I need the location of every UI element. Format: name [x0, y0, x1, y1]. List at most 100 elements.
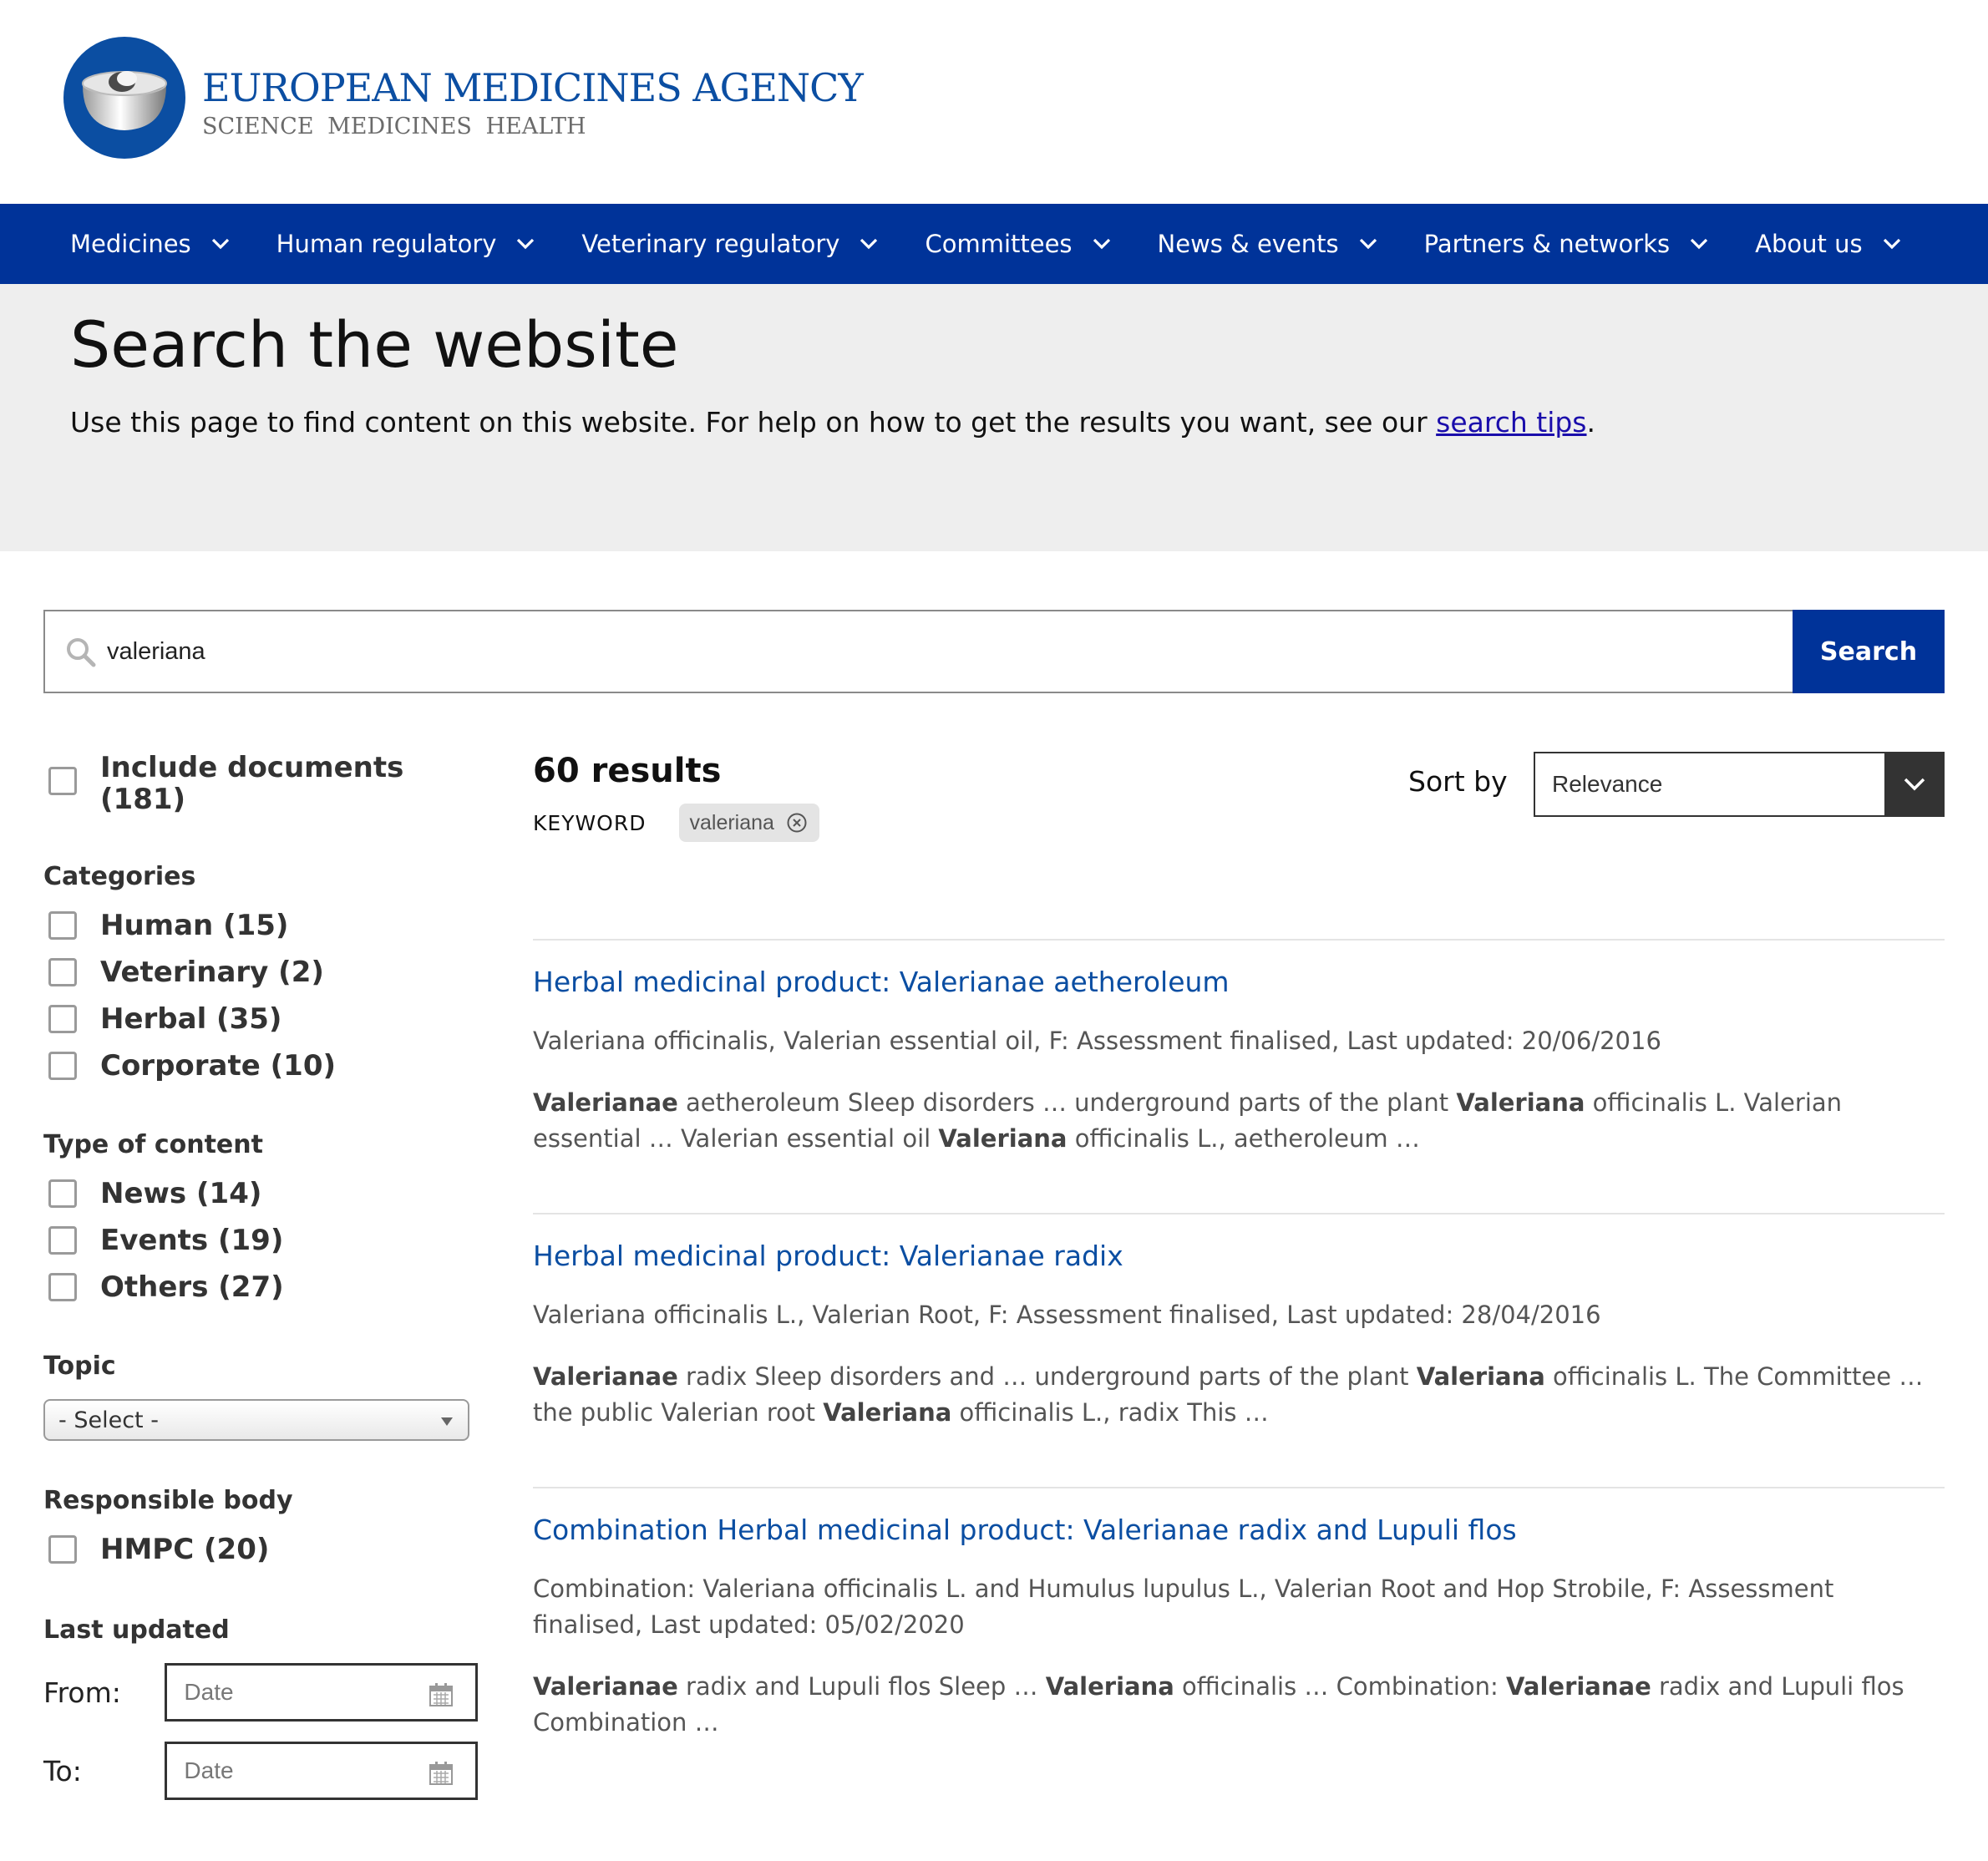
- date-to-placeholder: Date: [184, 1757, 234, 1783]
- category-checkbox[interactable]: [48, 1005, 77, 1033]
- nav-item-human-regulatory[interactable]: Human regulatory: [276, 230, 535, 258]
- content-type-option-others[interactable]: Others (27): [43, 1271, 478, 1303]
- calendar-icon[interactable]: [429, 1761, 454, 1786]
- sort-select[interactable]: Relevance: [1534, 752, 1945, 817]
- content-type-label: Others (27): [100, 1270, 284, 1304]
- date-to-input[interactable]: Date: [165, 1742, 478, 1800]
- responsible-body-option-hmpc[interactable]: HMPC (20): [43, 1534, 478, 1565]
- result-snippet: Valerianae radix Sleep disorders and … u…: [533, 1359, 1945, 1431]
- topic-select[interactable]: - Select -: [43, 1399, 469, 1441]
- snippet-highlight: Valeriana: [823, 1398, 952, 1427]
- category-option-human[interactable]: Human (15): [43, 910, 478, 941]
- page-intro: Use this page to find content on this we…: [70, 406, 1595, 439]
- category-checkbox[interactable]: [48, 958, 77, 986]
- sort-dropdown-toggle[interactable]: [1884, 752, 1945, 817]
- content-type-option-events[interactable]: Events (19): [43, 1225, 478, 1256]
- result-title-link[interactable]: Combination Herbal medicinal product: Va…: [533, 1514, 1945, 1546]
- chevron-down-icon: [211, 238, 229, 250]
- search-tips-link[interactable]: search tips: [1436, 406, 1586, 439]
- snippet-text: aetheroleum Sleep disorders … undergroun…: [677, 1088, 1457, 1117]
- responsible-body-label: HMPC (20): [100, 1533, 270, 1566]
- logo-emblem-icon: [82, 71, 167, 130]
- snippet-highlight: Valeriana: [1456, 1088, 1585, 1117]
- date-from-placeholder: Date: [184, 1679, 234, 1705]
- snippet-text: radix and Lupuli flos Sleep …: [677, 1672, 1046, 1701]
- category-option-veterinary[interactable]: Veterinary (2): [43, 956, 478, 988]
- page-hero: Search the website Use this page to find…: [0, 284, 1988, 551]
- chevron-down-icon: [517, 238, 535, 250]
- topic-heading: Topic: [43, 1351, 116, 1381]
- brand[interactable]: EUROPEAN MEDICINES AGENCY SCIENCE MEDICI…: [202, 65, 864, 142]
- nav-item-label: Committees: [925, 230, 1073, 258]
- nav-item-label: Veterinary regulatory: [581, 230, 840, 258]
- nav-item-label: News & events: [1157, 230, 1339, 258]
- category-label: Corporate (10): [100, 1049, 337, 1083]
- content-type-label: News (14): [100, 1177, 262, 1210]
- ema-logo[interactable]: [63, 37, 185, 159]
- nav-item-veterinary-regulatory[interactable]: Veterinary regulatory: [581, 230, 878, 258]
- result-meta: Combination: Valeriana officinalis L. an…: [533, 1574, 1834, 1639]
- filter-sidebar: Include documents (181) Categories Human…: [43, 752, 478, 1820]
- site-header: EUROPEAN MEDICINES AGENCY SCIENCE MEDICI…: [0, 0, 1988, 204]
- snippet-text: officinalis L., radix This …: [951, 1398, 1269, 1427]
- keyword-label: KEYWORD: [533, 810, 647, 835]
- result-title-link[interactable]: Herbal medicinal product: Valerianae aet…: [533, 966, 1945, 998]
- date-from-label: From:: [43, 1676, 121, 1709]
- calendar-icon[interactable]: [429, 1682, 454, 1707]
- intro-end: .: [1586, 406, 1596, 439]
- brand-name: EUROPEAN MEDICINES AGENCY: [202, 65, 864, 110]
- include-documents-label: Include documents (181): [100, 751, 404, 816]
- keyword-chip-text: valeriana: [689, 810, 774, 834]
- sort-label: Sort by: [1408, 765, 1508, 798]
- dropdown-arrow-icon: [441, 1417, 453, 1426]
- search-button[interactable]: Search: [1793, 610, 1945, 693]
- result-meta: Valeriana officinalis, Valerian essentia…: [533, 1027, 1661, 1055]
- responsible-body-checkbox[interactable]: [48, 1535, 77, 1564]
- nav-item-committees[interactable]: Committees: [925, 230, 1110, 258]
- date-from-row: From: Date: [43, 1663, 478, 1722]
- nav-item-label: Partners & networks: [1423, 230, 1671, 258]
- result-item: Herbal medicinal product: Valerianae aet…: [533, 939, 1945, 1157]
- result-title-link[interactable]: Herbal medicinal product: Valerianae rad…: [533, 1240, 1945, 1272]
- nav-item-medicines[interactable]: Medicines: [70, 230, 230, 258]
- snippet-highlight: Valerianae: [533, 1362, 678, 1391]
- chevron-down-icon: [1690, 238, 1708, 250]
- result-item: Combination Herbal medicinal product: Va…: [533, 1487, 1945, 1741]
- nav-item-about-us[interactable]: About us: [1755, 230, 1900, 258]
- category-checkbox[interactable]: [48, 1052, 77, 1080]
- topic-selected-value: - Select -: [58, 1407, 159, 1433]
- remove-keyword-icon[interactable]: [786, 812, 808, 834]
- chevron-down-icon: [1093, 238, 1110, 250]
- content-type-checkbox[interactable]: [48, 1226, 77, 1255]
- include-documents-checkbox[interactable]: [48, 767, 77, 795]
- category-option-corporate[interactable]: Corporate (10): [43, 1050, 478, 1082]
- keyword-chip[interactable]: valeriana: [679, 804, 819, 842]
- category-option-herbal[interactable]: Herbal (35): [43, 1003, 478, 1035]
- content-type-option-news[interactable]: News (14): [43, 1178, 478, 1209]
- search-bar: Search: [43, 610, 1945, 693]
- nav-item-partners-networks[interactable]: Partners & networks: [1424, 230, 1708, 258]
- result-meta: Valeriana officinalis L., Valerian Root,…: [533, 1301, 1601, 1329]
- result-snippet: Valerianae aetheroleum Sleep disorders ……: [533, 1085, 1945, 1157]
- sort-selected-value: Relevance: [1552, 771, 1663, 797]
- last-updated-heading: Last updated: [43, 1615, 230, 1645]
- nav-item-news-events[interactable]: News & events: [1158, 230, 1377, 258]
- date-to-row: To: Date: [43, 1742, 478, 1800]
- nav-item-label: About us: [1755, 230, 1863, 258]
- snippet-highlight: Valeriana: [938, 1124, 1068, 1153]
- nav-item-label: Human regulatory: [276, 230, 497, 258]
- date-to-label: To:: [43, 1754, 82, 1787]
- main-nav: Medicines Human regulatory Veterinary re…: [0, 204, 1988, 284]
- snippet-text: radix Sleep disorders and … underground …: [677, 1362, 1417, 1391]
- categories-heading: Categories: [43, 862, 196, 891]
- chevron-down-icon: [860, 238, 878, 250]
- category-checkbox[interactable]: [48, 911, 77, 940]
- content-type-checkbox[interactable]: [48, 1179, 77, 1208]
- date-from-input[interactable]: Date: [165, 1663, 478, 1722]
- responsible-body-heading: Responsible body: [43, 1486, 293, 1515]
- include-documents-option[interactable]: Include documents (181): [43, 752, 478, 815]
- search-input[interactable]: [107, 611, 1761, 692]
- content-type-checkbox[interactable]: [48, 1273, 77, 1301]
- type-of-content-heading: Type of content: [43, 1130, 263, 1159]
- snippet-highlight: Valeriana: [1045, 1672, 1174, 1701]
